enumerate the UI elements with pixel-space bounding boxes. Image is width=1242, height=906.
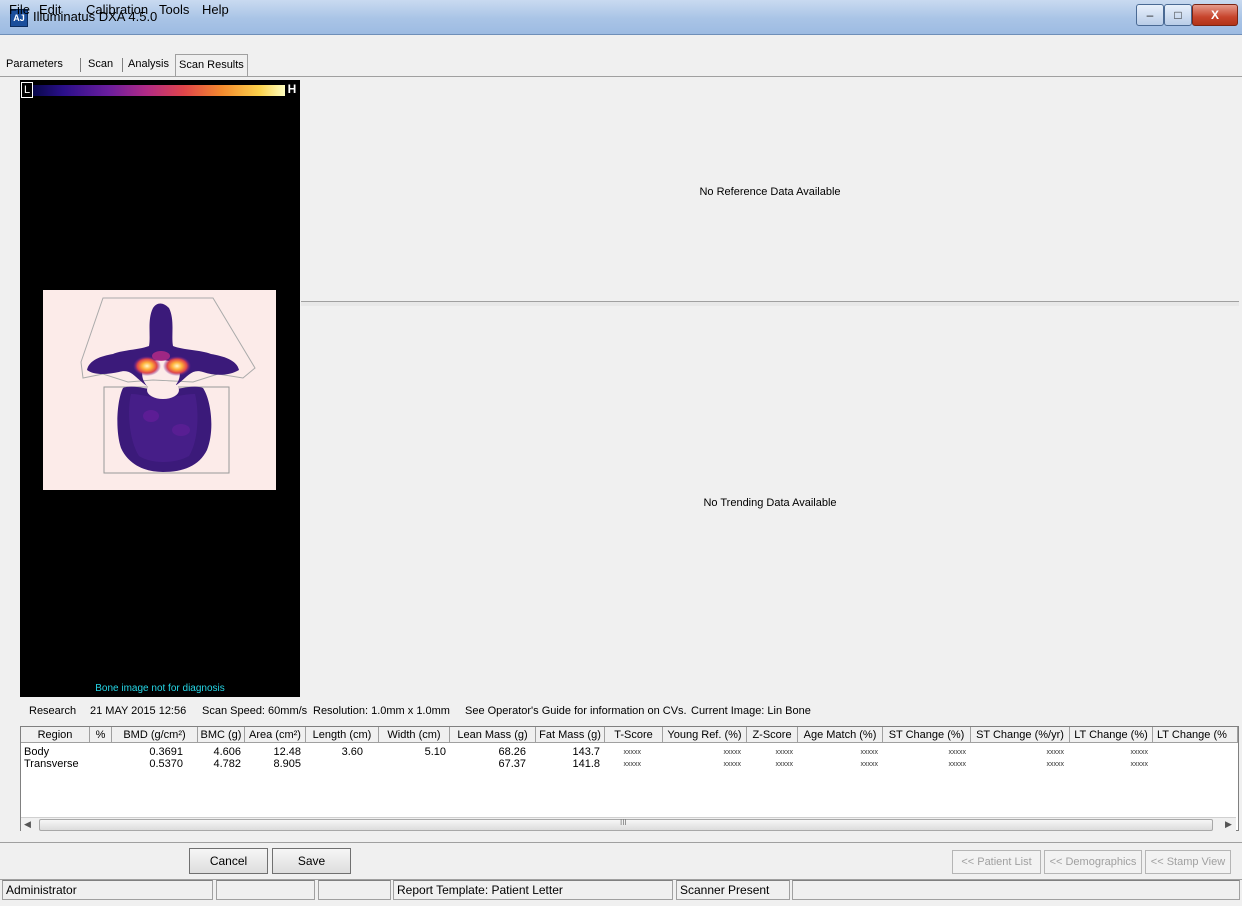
column-header-t-score[interactable]: T-Score — [605, 727, 663, 743]
row-body-st-change: xxxxx — [948, 749, 967, 756]
scan-category: Research — [29, 705, 77, 717]
status-scanner: Scanner Present — [676, 880, 790, 900]
row-transverse-st-change: xxxxx — [948, 761, 967, 768]
column-header-percent[interactable]: % — [90, 727, 112, 743]
column-header-st-change-yr[interactable]: ST Change (%/yr) — [971, 727, 1070, 743]
tab-parameters[interactable]: Parameters — [3, 56, 66, 73]
demographics-button[interactable]: << Demographics — [1044, 850, 1142, 874]
menu-file[interactable]: File — [9, 2, 30, 17]
column-header-fat-mass[interactable]: Fat Mass (g) — [536, 727, 605, 743]
row-body-bmc: 4.606 — [213, 746, 241, 758]
row-body-region[interactable]: Body — [24, 747, 49, 758]
results-table[interactable]: Region % BMD (g/cm²) BMC (g) Area (cm²) … — [20, 726, 1239, 831]
scan-speed: Scan Speed: 60mm/s — [202, 705, 308, 717]
maximize-button[interactable]: □ — [1164, 4, 1192, 26]
scroll-right-icon[interactable]: ▶ — [1222, 818, 1235, 831]
column-header-bmd[interactable]: BMD (g/cm²) — [112, 727, 198, 743]
row-body-lean-mass: 68.26 — [498, 746, 526, 758]
menu-calibration[interactable]: Calibration — [86, 2, 148, 17]
row-transverse-bmc: 4.782 — [213, 758, 241, 770]
patient-list-button[interactable]: << Patient List — [952, 850, 1041, 874]
status-cell-2 — [216, 880, 315, 900]
scan-date-time: 21 MAY 2015 12:56 — [90, 705, 187, 717]
row-transverse-lt-change: xxxxx — [1130, 761, 1149, 768]
tab-scan-results[interactable]: Scan Results — [175, 54, 248, 76]
status-cell-3 — [318, 880, 391, 900]
tab-separator — [122, 58, 123, 72]
row-transverse-z-score: xxxxx — [775, 761, 794, 768]
column-header-lt-change-yr[interactable]: LT Change (% — [1153, 727, 1238, 743]
scrollbar-thumb[interactable]: III — [39, 818, 1213, 831]
row-transverse-fat-mass: 141.8 — [572, 758, 600, 770]
tab-analysis[interactable]: Analysis — [125, 56, 172, 73]
minimize-button[interactable]: ‒ — [1136, 4, 1164, 26]
trending-data-message: No Trending Data Available — [703, 497, 837, 509]
row-body-length: 3.60 — [341, 746, 363, 758]
row-body-width: 5.10 — [424, 746, 446, 758]
cv-guide-note: See Operator's Guide for information on … — [465, 705, 687, 717]
row-transverse-t-score: xxxxx — [623, 761, 642, 768]
colorbar-low-label: L — [21, 82, 33, 98]
button-area-divider — [0, 842, 1242, 843]
scan-resolution: Resolution: 1.0mm x 1.0mm — [313, 705, 450, 717]
scroll-left-icon[interactable]: ◀ — [21, 818, 34, 831]
column-header-region[interactable]: Region — [21, 727, 90, 743]
save-button[interactable]: Save — [272, 848, 351, 874]
row-body-st-change-yr: xxxxx — [1046, 749, 1065, 756]
row-transverse-bmd: 0.5370 — [149, 758, 183, 770]
row-transverse-age-match: xxxxx — [860, 761, 879, 768]
cancel-button[interactable]: Cancel — [189, 848, 268, 874]
bone-image-disclaimer: Bone image not for diagnosis — [95, 683, 225, 694]
status-cell-6 — [792, 880, 1240, 900]
trending-data-panel: No Trending Data Available — [301, 306, 1239, 698]
reference-data-message: No Reference Data Available — [699, 186, 841, 198]
colorbar — [33, 85, 285, 96]
column-header-lt-change[interactable]: LT Change (%) — [1070, 727, 1153, 743]
menu-tools[interactable]: Tools — [159, 2, 189, 17]
column-header-young-ref[interactable]: Young Ref. (%) — [663, 727, 747, 743]
column-header-age-match[interactable]: Age Match (%) — [798, 727, 883, 743]
row-body-area: 12.48 — [273, 746, 301, 758]
colorbar-high-label: H — [287, 82, 297, 96]
row-transverse-st-change-yr: xxxxx — [1046, 761, 1065, 768]
menu-help[interactable]: Help — [202, 2, 229, 17]
scrollbar-grip-icon: III — [620, 818, 627, 827]
row-transverse-area: 8.905 — [273, 758, 301, 770]
column-header-z-score[interactable]: Z-Score — [747, 727, 798, 743]
row-body-young-ref: xxxxx — [723, 749, 742, 756]
minimize-icon: ‒ — [1146, 8, 1154, 22]
horizontal-scrollbar[interactable]: ◀ III ▶ — [21, 817, 1236, 831]
tab-separator — [80, 58, 81, 72]
close-icon: X — [1210, 8, 1219, 22]
menu-edit[interactable]: Edit — [39, 2, 61, 17]
row-body-age-match: xxxxx — [860, 749, 879, 756]
reference-data-panel: No Reference Data Available — [301, 80, 1239, 301]
row-body-bmd: 0.3691 — [149, 746, 183, 758]
column-header-st-change[interactable]: ST Change (%) — [883, 727, 971, 743]
row-transverse-lean-mass: 67.37 — [498, 758, 526, 770]
current-image-label: Current Image: Lin Bone — [691, 705, 811, 717]
tab-scan[interactable]: Scan — [85, 56, 116, 73]
column-header-length[interactable]: Length (cm) — [306, 727, 379, 743]
row-body-lt-change: xxxxx — [1130, 749, 1149, 756]
menu-bar — [0, 35, 1242, 54]
maximize-icon: □ — [1174, 8, 1182, 22]
bone-scan-image[interactable] — [43, 290, 276, 490]
column-header-lean-mass[interactable]: Lean Mass (g) — [450, 727, 536, 743]
status-report-template: Report Template: Patient Letter — [393, 880, 673, 900]
status-user: Administrator — [2, 880, 213, 900]
row-body-t-score: xxxxx — [623, 749, 642, 756]
stamp-view-button[interactable]: << Stamp View — [1145, 850, 1231, 874]
row-body-z-score: xxxxx — [775, 749, 794, 756]
column-header-area[interactable]: Area (cm²) — [245, 727, 306, 743]
row-transverse-region[interactable]: Transverse — [24, 759, 79, 770]
row-transverse-young-ref: xxxxx — [723, 761, 742, 768]
row-body-fat-mass: 143.7 — [572, 746, 600, 758]
column-header-bmc[interactable]: BMC (g) — [198, 727, 245, 743]
column-header-width[interactable]: Width (cm) — [379, 727, 450, 743]
close-button[interactable]: X — [1192, 4, 1238, 26]
